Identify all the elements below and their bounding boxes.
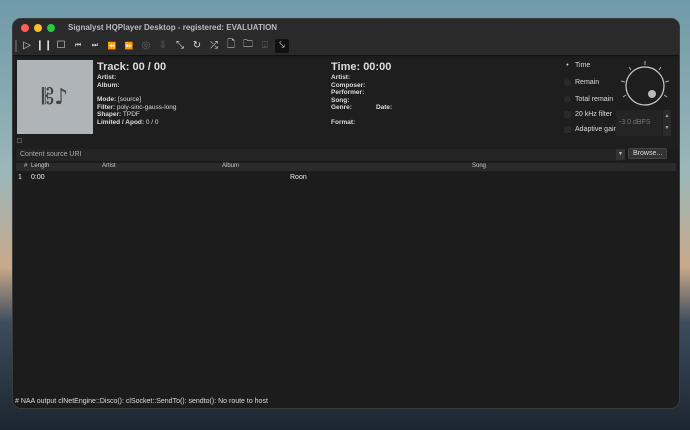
volume-display: -3.0 dBFS [616,110,662,136]
col-song[interactable]: Song [472,163,486,169]
toolbar: ▷ ❙❙ ☐ ⏮ ⏭ ⏪ ⏩ ◎ ⇩ ⤡ ↻ ⤮ 🗋 🗀 ⍗ ⤥ [13,36,679,56]
import-icon[interactable]: ⍗ [258,39,272,53]
browse-button[interactable]: Browse... [628,148,667,159]
row-album: Roon [290,174,307,181]
20khz-filter-checkbox[interactable]: 20 kHz filter [564,111,612,118]
info-panel: 𝄡♪ Track: 00 / 00 Artist: Album: Mode: [… [13,58,679,149]
pause-icon[interactable]: ❙❙ [37,39,51,53]
hqplayer-window: Signalyst HQPlayer Desktop - registered:… [12,18,680,409]
format-label: Format: [331,119,355,126]
artist-label: Artist: [97,74,116,81]
song-label: Song: [331,97,349,104]
content-source-input[interactable]: Content source URI [16,149,622,161]
status-bar: # NAA output clNetEngine::Disco(): clSoc… [15,398,268,405]
filter-label: Filter: [97,104,115,111]
track-info: Track: 00 / 00 Artist: Album: Mode: [sou… [97,61,177,126]
volume-spinner[interactable]: ▲▼ [663,110,671,136]
col-number[interactable]: # [24,163,27,169]
shrink-icon[interactable]: ⤡ [173,39,187,53]
mode-value: [source] [118,96,141,103]
shuffle-icon[interactable]: ⤮ [207,39,221,53]
track-counter: Track: 00 / 00 [97,61,166,73]
col-album[interactable]: Album [222,163,239,169]
stop-icon[interactable]: ☐ [54,39,68,53]
remain-radio[interactable]: Remain [564,79,599,86]
close-button[interactable] [21,24,29,32]
time-radio[interactable]: •Time [564,62,590,69]
previous-icon[interactable]: ⏮ [71,39,85,53]
remain-radio-label: Remain [575,79,599,86]
record-icon[interactable]: ◎ [139,39,153,53]
play-icon[interactable]: ▷ [20,39,34,53]
repeat-icon[interactable]: ↻ [190,39,204,53]
rewind-icon[interactable]: ⏪ [105,39,119,53]
knob-indicator [648,90,656,98]
composer-label: Composer: [331,82,365,89]
genre-label: Genre: [331,104,352,111]
total-remain-radio[interactable]: Total remain [564,96,613,103]
download-icon[interactable]: ⇩ [156,39,170,53]
date-label: Date: [376,104,392,111]
shaper-label: Shaper: [97,111,121,118]
total-remain-label: Total remain [575,96,613,103]
table-header: # Length Artist Album Song [16,163,676,171]
open-file-icon[interactable]: 🗋 [224,39,238,53]
limited-label: Limited / Apod: [97,119,144,126]
filter-value: poly-sinc-gauss-long [117,104,177,111]
album-label: Album: [97,82,119,89]
row-number: 1 [18,174,22,181]
time-radio-label: Time [575,62,590,69]
collapse-toggle[interactable] [17,138,22,143]
adaptive-gain-label: Adaptive gain [575,126,617,133]
next-icon[interactable]: ⏭ [88,39,102,53]
window-title: Signalyst HQPlayer Desktop - registered:… [68,23,277,32]
minimize-button[interactable] [34,24,42,32]
performer-label: Performer: [331,89,364,96]
volume-knob[interactable] [617,59,673,111]
table-row[interactable]: 1 0:00 Roon [16,173,676,183]
adaptive-gain-checkbox[interactable]: Adaptive gain [564,126,617,133]
col-artist[interactable]: Artist [102,163,116,169]
fast-forward-icon[interactable]: ⏩ [122,39,136,53]
meta-artist-label: Artist: [331,74,350,81]
time-display: Time: 00:00 [331,61,391,73]
zoom-button[interactable] [47,24,55,32]
20khz-filter-label: 20 kHz filter [575,111,612,118]
mode-label: Mode: [97,96,116,103]
shaper-value: TPDF [123,111,140,118]
album-art-placeholder: 𝄡♪ [17,60,93,134]
limited-value: 0 / 0 [146,119,159,126]
title-bar: Signalyst HQPlayer Desktop - registered:… [13,19,679,36]
source-dropdown[interactable]: ▼ [616,149,625,160]
row-length: 0:00 [31,174,45,181]
col-length[interactable]: Length [31,163,49,169]
open-folder-icon[interactable]: 🗀 [241,39,255,53]
transport-icon[interactable]: ⤥ [275,39,289,53]
toolbar-handle[interactable] [15,40,17,52]
meta-info: Time: 00:00 Artist: Composer: Performer:… [331,61,392,126]
